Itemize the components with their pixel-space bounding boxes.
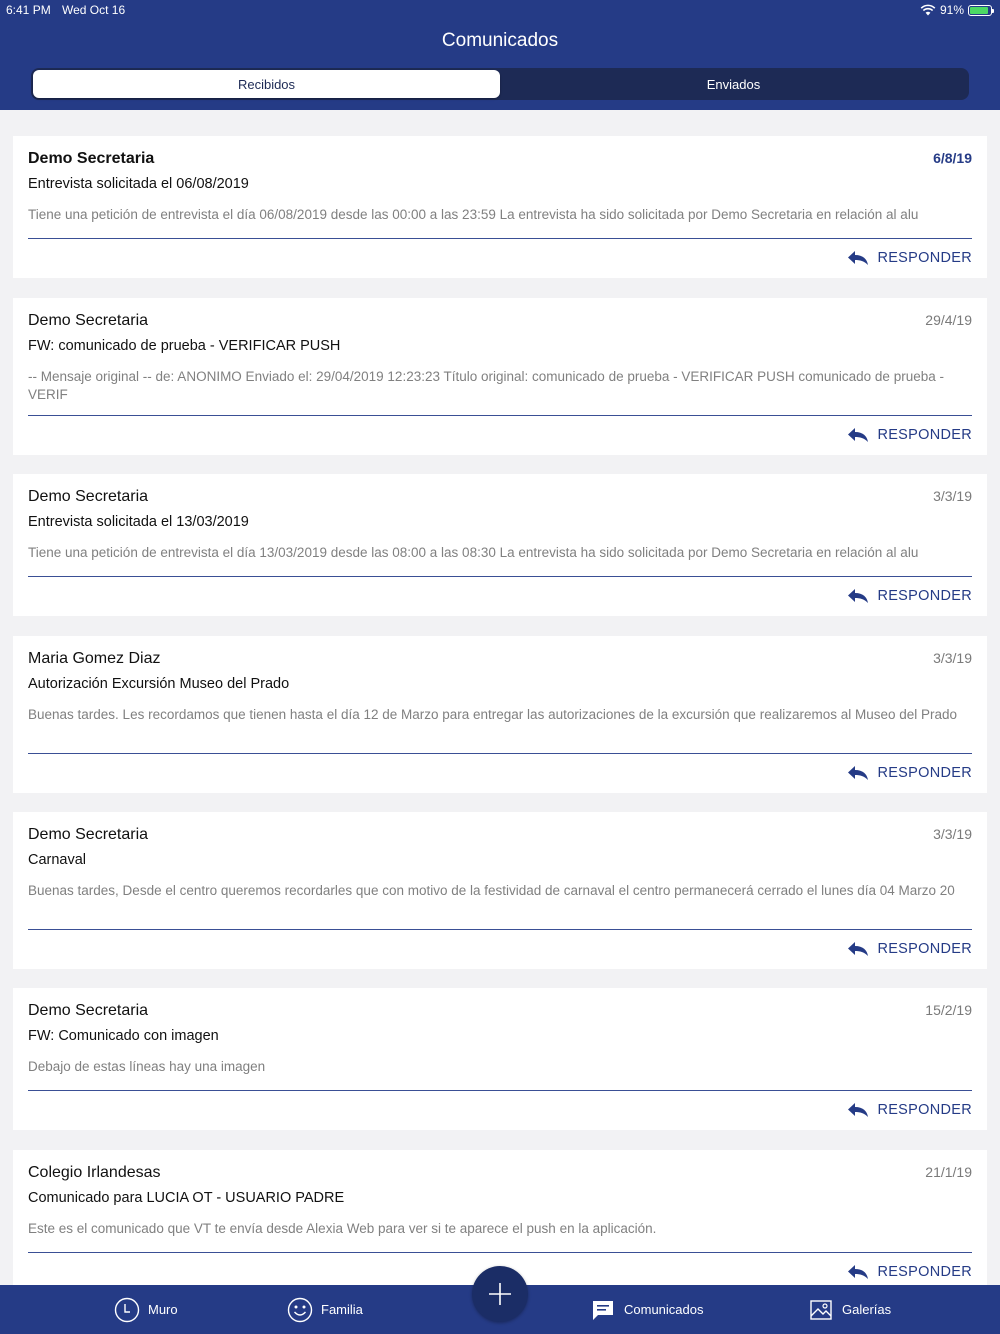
tab-label: Galerías	[842, 1302, 892, 1317]
page-title: Comunicados	[441, 30, 559, 51]
message-card[interactable]: Maria Gomez Diaz 3/3/19 Autorización Exc…	[13, 636, 987, 793]
tab-comunicados[interactable]: Comunicados	[590, 1285, 704, 1334]
message-card[interactable]: Colegio Irlandesas 21/1/19 Comunicado pa…	[13, 1150, 987, 1285]
reply-label: RESPONDER	[877, 250, 972, 266]
reply-icon	[848, 589, 869, 603]
message-subject: Carnaval	[28, 852, 87, 868]
reply-icon	[848, 1265, 869, 1279]
reply-label: RESPONDER	[877, 588, 972, 604]
message-date: 21/1/19	[925, 1164, 972, 1180]
card-divider	[28, 238, 972, 239]
message-date: 6/8/19	[933, 150, 972, 166]
message-preview: Buenas tardes, Desde el centro queremos …	[28, 883, 955, 898]
message-preview: Este es el comunicado que VT te envía de…	[28, 1221, 657, 1236]
message-sender: Demo Secretaria	[28, 312, 149, 329]
message-date: 29/4/19	[925, 312, 972, 328]
message-list[interactable]: Demo Secretaria 6/8/19 Entrevista solici…	[0, 110, 1000, 1285]
tab-familia[interactable]: Familia	[287, 1285, 363, 1334]
tab-galerias[interactable]: Galerías	[808, 1285, 891, 1334]
status-indicators: 91%	[920, 3, 994, 17]
message-subject: Comunicado para LUCIA OT - USUARIO PADRE	[28, 1190, 345, 1206]
card-divider	[28, 753, 972, 754]
smiley-icon	[287, 1297, 313, 1322]
reply-label: RESPONDER	[877, 427, 972, 443]
message-date: 15/2/19	[925, 1002, 972, 1018]
image-icon	[810, 1299, 832, 1320]
message-preview: Tiene una petición de entrevista el día …	[28, 207, 919, 222]
reply-icon	[848, 766, 869, 780]
message-subject: FW: Comunicado con imagen	[28, 1028, 219, 1044]
message-sender: Colegio Irlandesas	[28, 1164, 161, 1181]
tab-label: Muro	[148, 1302, 178, 1317]
card-divider	[28, 415, 972, 416]
reply-label: RESPONDER	[877, 941, 972, 957]
reply-icon	[848, 428, 869, 442]
chat-bubble-icon	[593, 1300, 613, 1320]
app-header: 6:41 PM Wed Oct 16 91% Comunicados Recib…	[0, 0, 1000, 110]
message-date: 3/3/19	[933, 650, 972, 666]
message-card[interactable]: Demo Secretaria 15/2/19 FW: Comunicado c…	[13, 988, 987, 1130]
message-subject: Entrevista solicitada el 06/08/2019	[28, 176, 249, 192]
message-sender: Demo Secretaria	[28, 1002, 149, 1019]
status-date: Wed Oct 16	[62, 3, 126, 17]
status-time: 6:41 PM	[6, 3, 51, 17]
reply-button[interactable]: RESPONDER	[847, 1264, 972, 1280]
message-preview: -- Mensaje original -- de: ANONIMO Envia…	[28, 369, 944, 402]
tab-label: Familia	[321, 1302, 363, 1317]
message-subject: Autorización Excursión Museo del Prado	[28, 676, 290, 692]
reply-button[interactable]: RESPONDER	[847, 250, 972, 266]
message-sender: Maria Gomez Diaz	[28, 650, 161, 667]
reply-icon	[848, 942, 869, 956]
card-divider	[28, 929, 972, 930]
reply-button[interactable]: RESPONDER	[847, 588, 972, 604]
message-sender: Demo Secretaria	[28, 150, 155, 167]
reply-button[interactable]: RESPONDER	[847, 1102, 972, 1118]
message-date: 3/3/19	[933, 488, 972, 504]
card-divider	[28, 1090, 972, 1091]
wifi-icon	[920, 4, 936, 16]
message-card[interactable]: Demo Secretaria 29/4/19 FW: comunicado d…	[13, 298, 987, 455]
reply-label: RESPONDER	[877, 1264, 972, 1280]
card-divider	[28, 1252, 972, 1253]
message-card[interactable]: Demo Secretaria 3/3/19 Carnaval Buenas t…	[13, 812, 987, 969]
message-subject: Entrevista solicitada el 13/03/2019	[28, 514, 249, 530]
new-message-button[interactable]	[472, 1266, 528, 1322]
segmented-control: Recibidos Enviados	[31, 68, 969, 100]
message-sender: Demo Secretaria	[28, 488, 149, 505]
tab-muro[interactable]: Muro	[114, 1285, 178, 1334]
message-preview: Debajo de estas líneas hay una imagen	[28, 1059, 266, 1074]
reply-button[interactable]: RESPONDER	[847, 941, 972, 957]
message-date: 3/3/19	[933, 826, 972, 842]
reply-icon	[848, 1103, 869, 1117]
reply-label: RESPONDER	[877, 1102, 972, 1118]
message-subject: FW: comunicado de prueba - VERIFICAR PUS…	[28, 338, 341, 354]
tab-recibidos[interactable]: Recibidos	[33, 70, 500, 98]
reply-label: RESPONDER	[877, 765, 972, 781]
message-preview: Buenas tardes. Les recordamos que tienen…	[28, 707, 958, 722]
tab-label: Comunicados	[624, 1302, 704, 1317]
battery-percentage: 91%	[939, 3, 964, 17]
message-sender: Demo Secretaria	[28, 826, 149, 843]
clock-icon	[114, 1297, 140, 1322]
plus-icon	[489, 1283, 511, 1305]
reply-button[interactable]: RESPONDER	[847, 765, 972, 781]
reply-button[interactable]: RESPONDER	[847, 427, 972, 443]
reply-icon	[848, 251, 869, 265]
message-card[interactable]: Demo Secretaria 6/8/19 Entrevista solici…	[13, 136, 987, 278]
message-preview: Tiene una petición de entrevista el día …	[28, 545, 919, 560]
battery-icon	[968, 4, 994, 16]
message-card[interactable]: Demo Secretaria 3/3/19 Entrevista solici…	[13, 474, 987, 616]
tab-enviados[interactable]: Enviados	[500, 70, 967, 98]
status-bar: 6:41 PM Wed Oct 16 91%	[0, 0, 1000, 20]
card-divider	[28, 576, 972, 577]
